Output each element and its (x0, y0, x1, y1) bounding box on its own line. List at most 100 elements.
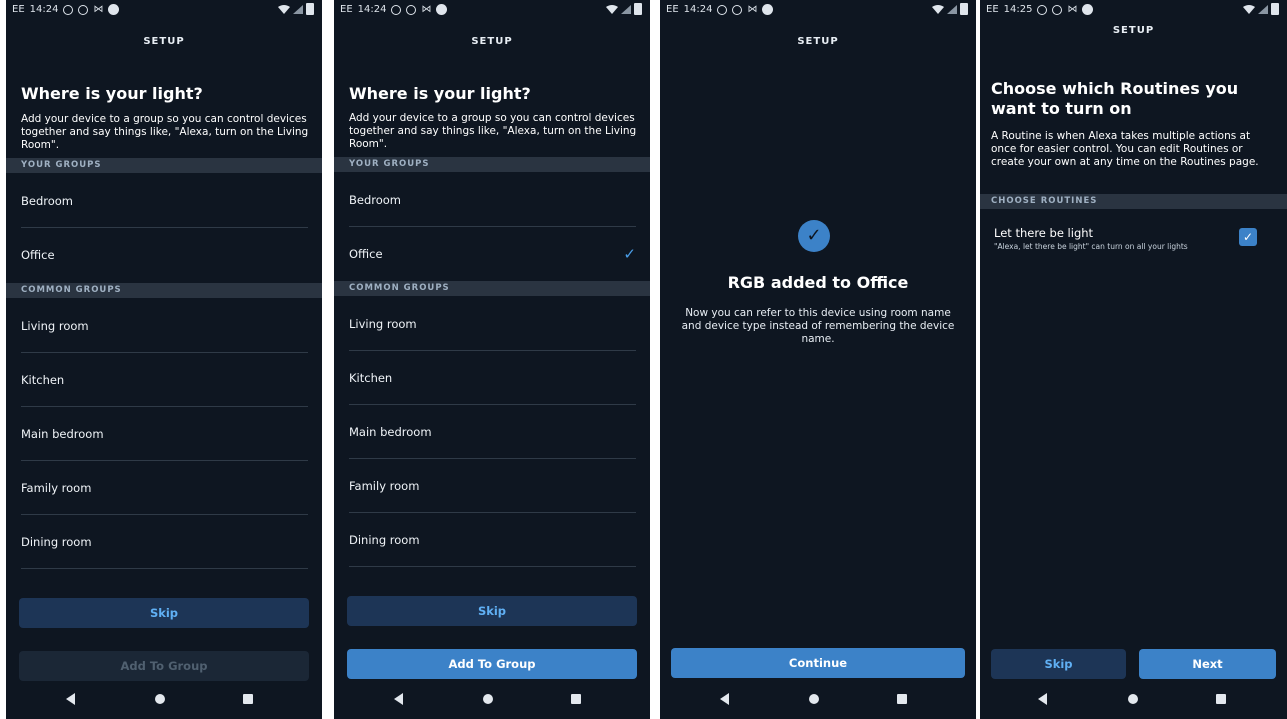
home-icon[interactable] (1128, 694, 1138, 704)
group-item-office[interactable]: Office ✓ (334, 227, 650, 281)
group-item-office[interactable]: Office (6, 228, 322, 282)
battery-icon (1271, 3, 1279, 15)
group-item-label: Bedroom (349, 193, 402, 207)
time-label: 14:24 (357, 4, 387, 15)
group-item-label: Kitchen (349, 371, 393, 385)
group-item-label: Bedroom (21, 194, 74, 208)
time-label: 14:24 (29, 4, 59, 15)
confirmation-description: Now you can refer to this device using r… (681, 307, 955, 345)
phone-screen-2: EE 14:24 ⋈ SETUP Where is your light? Ad… (334, 0, 650, 719)
group-item-label: Living room (349, 317, 417, 331)
nav-bar (6, 679, 322, 719)
group-item-dining-room[interactable]: Dining room (334, 513, 650, 567)
skip-button[interactable]: Skip (991, 649, 1126, 679)
back-icon[interactable] (394, 693, 403, 705)
group-item-kitchen[interactable]: Kitchen (334, 351, 650, 405)
divider (21, 568, 308, 569)
group-item-label: Family room (21, 481, 92, 495)
group-item-label: Main bedroom (349, 425, 432, 439)
group-item-living-room[interactable]: Living room (6, 299, 322, 353)
wifi-icon (1243, 4, 1255, 14)
time-label: 14:25 (1003, 4, 1033, 15)
home-icon[interactable] (809, 694, 819, 704)
home-icon[interactable] (483, 694, 493, 704)
status-bar: EE 14:24 ⋈ (6, 0, 322, 22)
routine-name: Let there be light (994, 226, 1094, 240)
circle-outline-icon (732, 4, 743, 15)
divider (349, 566, 636, 567)
carrier-label: EE (340, 4, 353, 15)
recents-icon[interactable] (897, 694, 907, 704)
page-title: Where is your light? (349, 84, 531, 103)
nav-bar (980, 679, 1287, 719)
section-common-groups: COMMON GROUPS (334, 281, 650, 296)
circle-outline-icon (391, 4, 402, 15)
group-item-label: Main bedroom (21, 427, 104, 441)
group-item-label: Office (21, 248, 55, 262)
circle-outline-icon (1052, 4, 1063, 15)
wifi-icon (606, 4, 618, 14)
group-item-label: Family room (349, 479, 420, 493)
group-item-main-bedroom[interactable]: Main bedroom (6, 407, 322, 461)
add-to-group-button[interactable]: Add To Group (347, 649, 637, 679)
phone-screen-3: EE 14:24 ⋈ SETUP ✓ RGB added to Office N… (660, 0, 976, 719)
signal-icon (293, 4, 303, 14)
group-item-bedroom[interactable]: Bedroom (6, 174, 322, 228)
circle-filled-icon (436, 4, 448, 15)
back-icon[interactable] (1038, 693, 1047, 705)
group-item-family-room[interactable]: Family room (6, 461, 322, 515)
section-your-groups: YOUR GROUPS (334, 157, 650, 172)
circle-filled-icon (108, 4, 120, 15)
mail-icon: ⋈ (93, 4, 104, 15)
back-icon[interactable] (66, 693, 75, 705)
routine-subtitle: "Alexa, let there be light" can turn on … (994, 242, 1188, 251)
recents-icon[interactable] (243, 694, 253, 704)
status-bar: EE 14:25 ⋈ (980, 0, 1287, 22)
recents-icon[interactable] (571, 694, 581, 704)
group-item-bedroom[interactable]: Bedroom (334, 173, 650, 227)
nav-bar (334, 679, 650, 719)
phone-screen-4: EE 14:25 ⋈ SETUP Choose which Routines y… (980, 0, 1287, 719)
group-item-family-room[interactable]: Family room (334, 459, 650, 513)
mail-icon: ⋈ (747, 4, 758, 15)
page-header: SETUP (797, 36, 839, 47)
group-item-label: Dining room (349, 533, 420, 547)
signal-icon (1258, 4, 1268, 14)
carrier-label: EE (12, 4, 25, 15)
page-title: Where is your light? (21, 84, 203, 103)
group-item-kitchen[interactable]: Kitchen (6, 353, 322, 407)
wifi-icon (278, 4, 290, 14)
back-icon[interactable] (720, 693, 729, 705)
next-button[interactable]: Next (1139, 649, 1276, 679)
page-title: Choose which Routines you want to turn o… (991, 79, 1239, 118)
group-item-label: Living room (21, 319, 89, 333)
page-description: A Routine is when Alexa takes multiple a… (991, 130, 1259, 168)
skip-button[interactable]: Skip (19, 598, 309, 628)
add-to-group-button[interactable]: Add To Group (19, 651, 309, 681)
wifi-icon (932, 4, 944, 14)
page-header: SETUP (143, 36, 185, 47)
battery-icon (634, 3, 642, 15)
group-item-main-bedroom[interactable]: Main bedroom (334, 405, 650, 459)
carrier-label: EE (666, 4, 679, 15)
mail-icon: ⋈ (421, 4, 432, 15)
nav-bar (660, 679, 976, 719)
signal-icon (621, 4, 631, 14)
skip-button[interactable]: Skip (347, 596, 637, 626)
home-icon[interactable] (155, 694, 165, 704)
group-item-label: Kitchen (21, 373, 65, 387)
recents-icon[interactable] (1216, 694, 1226, 704)
group-item-living-room[interactable]: Living room (334, 297, 650, 351)
continue-button[interactable]: Continue (671, 648, 965, 678)
page-description: Add your device to a group so you can co… (21, 113, 309, 151)
phone-screen-1: EE 14:24 ⋈ SETUP Where is your light? Ad… (6, 0, 322, 719)
page-header: SETUP (471, 36, 513, 47)
routine-checkbox[interactable]: ✓ (1239, 228, 1257, 246)
confirmation-title: RGB added to Office (727, 273, 909, 292)
group-item-dining-room[interactable]: Dining room (6, 515, 322, 569)
carrier-label: EE (986, 4, 999, 15)
section-choose-routines: CHOOSE ROUTINES (980, 194, 1287, 209)
group-item-label: Dining room (21, 535, 92, 549)
section-common-groups: COMMON GROUPS (6, 283, 322, 298)
circle-filled-icon (1082, 4, 1094, 15)
